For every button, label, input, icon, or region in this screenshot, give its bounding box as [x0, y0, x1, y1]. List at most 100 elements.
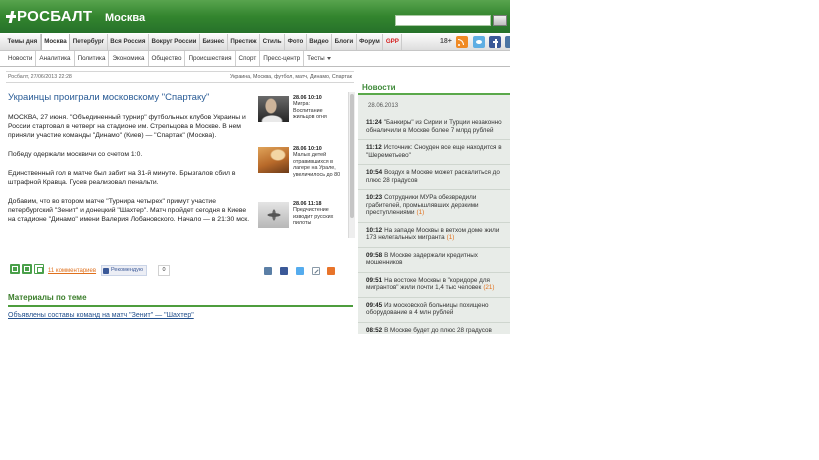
news-time: 10:12 — [366, 226, 383, 234]
nav-item-gpp[interactable]: GPP — [383, 34, 403, 50]
subnav-item-obshchestvo[interactable]: Общество — [149, 51, 186, 66]
article-paragraph: Победу одержали москвичи со счетом 1:0. — [8, 151, 143, 158]
print-icon[interactable] — [34, 264, 44, 274]
site-header: РОСБАЛТ Москва — [0, 0, 510, 33]
scrollbar-thumb[interactable] — [350, 94, 354, 218]
news-item[interactable]: 10:12 На западе Москвы в ветхом доме жили… — [358, 223, 510, 248]
news-headline[interactable]: "Банкиры" из Сирии и Турции незаконно об… — [366, 119, 502, 134]
region-title: Москва — [105, 12, 146, 24]
related-topic-link[interactable]: Объявлены составы команд на матч "Зенит"… — [8, 311, 194, 320]
search-button[interactable] — [493, 15, 507, 26]
nav-item-forum[interactable]: Форум — [357, 34, 384, 50]
article-body: МОСКВА, 27 июня. "Объединенный турнир" ф… — [8, 113, 251, 234]
subnav-item-novosti[interactable]: Новости — [5, 51, 37, 66]
twitter-icon[interactable] — [296, 267, 304, 275]
news-thumbnail[interactable] — [258, 202, 289, 228]
news-item[interactable]: 11:24 "Банкиры" из Сирии и Турции незакон… — [358, 115, 510, 140]
related-news-item[interactable]: 28.06 10:10 Малых детей отравившихся в л… — [257, 146, 341, 178]
nav-item-video[interactable]: Видео — [307, 34, 333, 50]
logo-icon[interactable] — [6, 11, 16, 23]
odnoklassniki-icon[interactable] — [327, 267, 335, 275]
news-time: 11:12 — [366, 144, 382, 151]
related-news-headline[interactable]: Предчистение изводит русских пилоты — [293, 207, 333, 226]
vk-icon[interactable] — [505, 36, 510, 48]
news-headline[interactable]: Источник: Сноуден все еще находится в "Ш… — [366, 144, 502, 159]
nav-item-foto[interactable]: Фото — [285, 34, 307, 50]
subnav-item-ekonomika[interactable]: Экономика — [109, 51, 149, 66]
article-source-date: Росбалт, 27/06/2013 22:28 — [8, 74, 72, 80]
news-item[interactable]: 08:52 В Москве будет до плюс 28 градусов — [358, 323, 510, 335]
nav-item-prestizh[interactable]: Престиж — [228, 34, 261, 50]
nav-item-vokrug-rossii[interactable]: Вокруг России — [149, 34, 200, 50]
news-time: 09:51 — [366, 276, 383, 284]
news-comment-count[interactable]: (1) — [417, 209, 425, 216]
facebook-icon[interactable] — [280, 267, 288, 275]
news-headline[interactable]: В Москве будет до плюс 28 градусов — [384, 327, 492, 334]
age-rating-badge: 18+ — [440, 38, 452, 45]
heading-underline — [8, 305, 353, 307]
nav-item-blogi[interactable]: Блоги — [332, 34, 357, 50]
news-list: 11:24 "Банкиры" из Сирии и Турции незакон… — [358, 115, 510, 334]
subnav-item-proisshestviya[interactable]: Происшествия — [185, 51, 236, 66]
news-headline[interactable]: На западе Москвы в ветхом доме жили 173 … — [366, 227, 499, 242]
news-item[interactable]: 09:51 На востоке Москвы в "коридоре для м… — [358, 273, 510, 298]
news-time: 10:23 — [366, 194, 383, 201]
news-headline[interactable]: Из московской больницы похищено оборудов… — [366, 302, 489, 317]
link-icon[interactable] — [312, 267, 320, 275]
news-time: 11:24 — [366, 119, 382, 126]
related-scrollbar[interactable] — [348, 92, 355, 238]
news-thumbnail[interactable] — [258, 96, 289, 122]
related-topics-heading: Материалы по теме — [8, 293, 87, 302]
subnav-item-sport[interactable]: Спорт — [236, 51, 261, 66]
news-headline[interactable]: На востоке Москвы в "коридоре для мигран… — [366, 277, 490, 292]
news-item[interactable]: 09:45 Из московской больницы похищено обо… — [358, 298, 510, 323]
news-time: 08:52 — [366, 326, 383, 334]
nav-item-biznes[interactable]: Бизнес — [200, 34, 228, 50]
article-meta: Росбалт, 27/06/2013 22:28 Украина, Москв… — [6, 71, 354, 83]
subnav-item-testy-label: Тесты — [307, 55, 325, 62]
comments-link[interactable]: 11 комментариев — [48, 268, 96, 275]
nav-item-moskva[interactable]: Москва — [40, 34, 71, 50]
rss-icon[interactable] — [456, 36, 468, 48]
news-time: 09:45 — [366, 301, 383, 309]
nav-item-peterburg[interactable]: Петербург — [70, 34, 108, 50]
twitter-icon[interactable] — [473, 36, 485, 48]
subnav-item-politika[interactable]: Политика — [75, 51, 110, 66]
subnav-item-press-centr[interactable]: Пресс-центр — [260, 51, 305, 66]
subnav-item-analitika[interactable]: Аналитика — [36, 51, 75, 66]
news-headline[interactable]: Воздух в Москве может раскалиться до плю… — [366, 169, 500, 184]
news-item[interactable]: 09:58 В Москве задержали кредитных мошенн… — [358, 248, 510, 273]
facebook-recommend-button[interactable]: Рекомендую — [101, 265, 147, 276]
word-icon[interactable] — [10, 264, 20, 274]
related-news-headline[interactable]: Мигра: Воспитание жильцов огня — [293, 101, 327, 120]
related-news-headline[interactable]: Малых детей отравившихся в лагере на Ура… — [293, 152, 340, 177]
nav-item-temy-dnya[interactable]: Темы дня — [5, 34, 41, 50]
news-headline[interactable]: В Москве задержали кредитных мошенников — [366, 252, 478, 267]
news-comment-count[interactable]: (1) — [447, 234, 455, 241]
news-comment-count[interactable]: (21) — [483, 284, 494, 291]
email-icon[interactable] — [22, 264, 32, 274]
news-time: 09:58 — [366, 251, 383, 259]
news-time: 10:54 — [366, 169, 383, 176]
nav-item-stil[interactable]: Стиль — [260, 34, 286, 50]
site-logo[interactable]: РОСБАЛТ — [17, 8, 92, 25]
related-news-item[interactable]: 28.06 10:10 Мигра: Воспитание жильцов ог… — [257, 95, 341, 124]
search-input[interactable] — [395, 15, 491, 26]
section-nav: Новости Аналитика Политика Экономика Общ… — [0, 51, 510, 67]
article-tags[interactable]: Украина, Москва, футбол, матч, Динамо, С… — [230, 72, 352, 82]
related-news-item[interactable]: 28.06 11:18 Предчистение изводит русских… — [257, 201, 341, 230]
news-heading[interactable]: Новости — [362, 83, 396, 93]
news-item[interactable]: 11:12 Источник: Сноуден все еще находится… — [358, 140, 510, 165]
news-item[interactable]: 10:23 Сотрудники МУРа обезвредили грабите… — [358, 190, 510, 223]
news-item[interactable]: 10:54 Воздух в Москве может раскалиться д… — [358, 165, 510, 190]
nav-item-vsya-rossiya[interactable]: Вся Россия — [108, 34, 149, 50]
facebook-icon[interactable] — [489, 36, 501, 48]
facebook-icon — [103, 267, 109, 274]
news-list-box: 28.06.2013 11:24 "Банкиры" из Сирии и Тур… — [358, 95, 510, 334]
subnav-item-testy[interactable]: Тесты — [304, 51, 334, 66]
news-thumbnail[interactable] — [258, 147, 289, 173]
main-nav: Темы дня Москва Петербург Вся Россия Вок… — [0, 34, 510, 51]
news-date: 28.06.2013 — [368, 103, 399, 109]
news-sidebar: Новости 28.06.2013 11:24 "Банкиры" из Сир… — [358, 80, 510, 334]
vk-icon[interactable] — [264, 267, 272, 275]
